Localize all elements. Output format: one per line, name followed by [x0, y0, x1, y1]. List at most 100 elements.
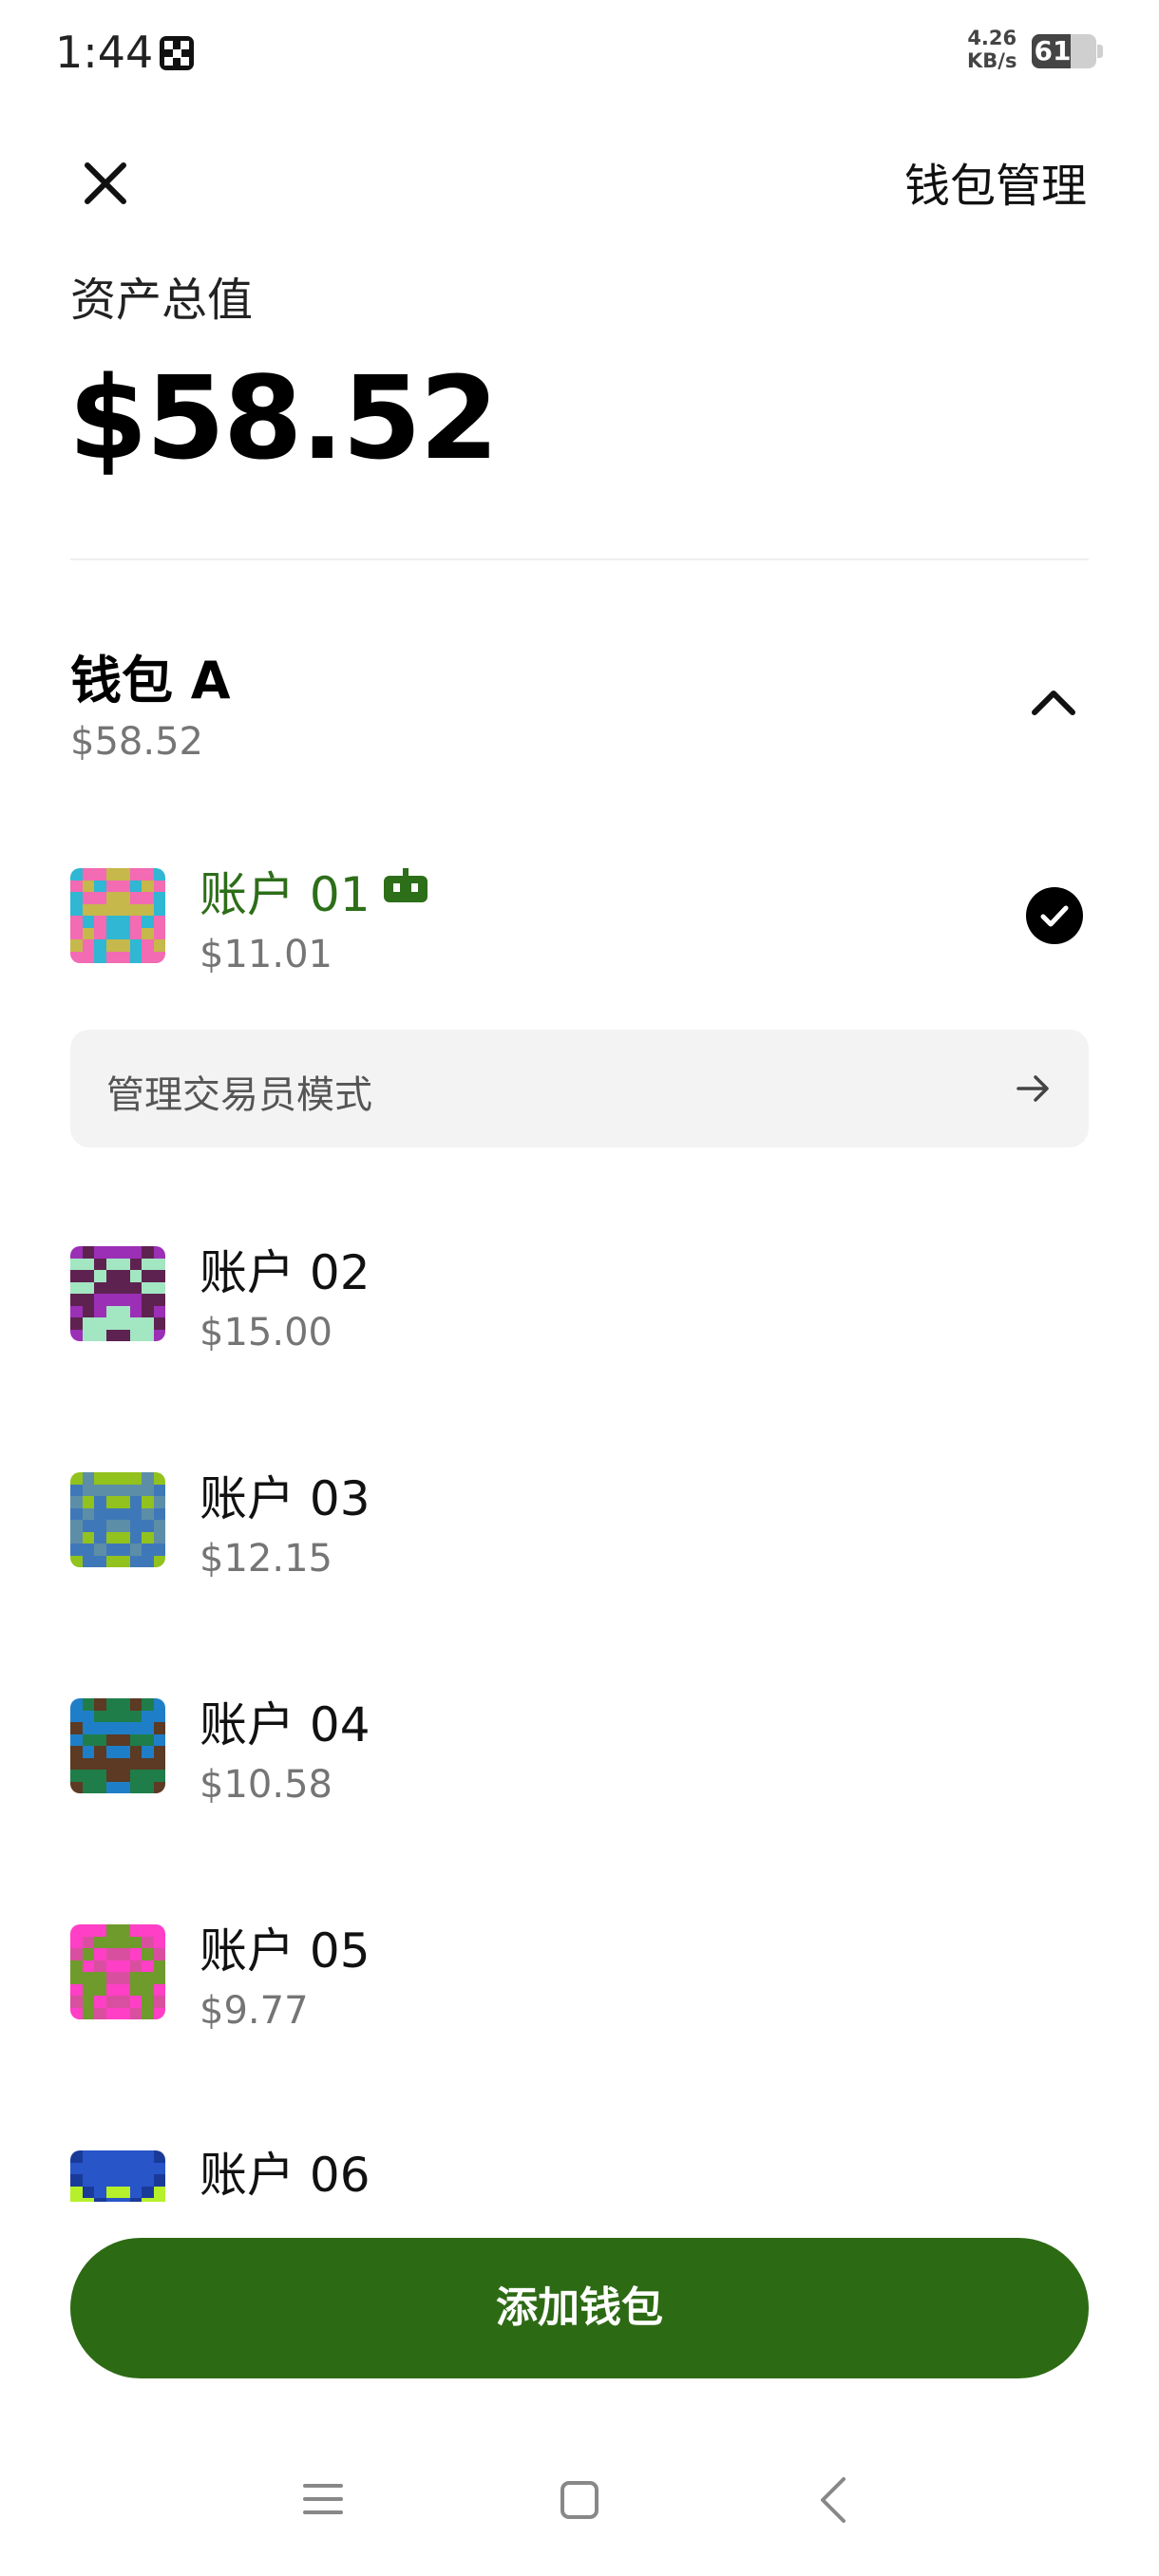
- avatar-pixel: [94, 916, 106, 928]
- avatar-pixel: [82, 2162, 94, 2174]
- avatar-pixel: [118, 1531, 130, 1544]
- avatar-pixel: [105, 1770, 118, 1782]
- close-icon: [85, 162, 126, 204]
- avatar-pixel: [70, 1698, 83, 1711]
- avatar-pixel: [129, 939, 142, 952]
- manage-trader-mode-button[interactable]: 管理交易员模式: [70, 1030, 1089, 1147]
- avatar-pixel: [105, 903, 118, 916]
- avatar-pixel: [70, 1305, 83, 1317]
- avatar-pixel: [105, 1305, 118, 1317]
- avatar-pixel: [82, 1948, 94, 1960]
- avatar-pixel: [153, 1948, 165, 1960]
- avatar-pixel: [153, 927, 165, 939]
- avatar-pixel: [153, 2150, 165, 2163]
- avatar-pixel: [118, 1484, 130, 1496]
- avatar-pixel: [118, 880, 130, 892]
- avatar-pixel: [82, 1329, 94, 1341]
- avatar-pixel: [153, 916, 165, 928]
- avatar-pixel: [129, 1698, 142, 1711]
- avatar-pixel: [153, 1507, 165, 1520]
- avatar-pixel: [105, 1496, 118, 1508]
- avatar-pixel: [94, 2162, 106, 2174]
- avatar-pixel: [118, 1733, 130, 1746]
- avatar-pixel: [82, 2150, 94, 2163]
- avatar-pixel: [82, 1996, 94, 2008]
- collapse-wallet-button[interactable]: [1018, 671, 1089, 733]
- avatar-pixel: [82, 1246, 94, 1259]
- account-avatar: [70, 1698, 165, 1793]
- avatar-pixel: [153, 1520, 165, 1532]
- account-balance: $11.01: [200, 933, 332, 976]
- robot-icon: [384, 868, 428, 902]
- avatar-pixel: [118, 1270, 130, 1282]
- account-item-06[interactable]: 账户 06: [0, 2124, 1159, 2202]
- avatar-pixel: [70, 1781, 83, 1793]
- avatar-pixel: [118, 1757, 130, 1770]
- avatar-pixel: [105, 1329, 118, 1341]
- trader-mode-label: 管理交易员模式: [106, 1073, 372, 1117]
- avatar-pixel: [153, 1781, 165, 1793]
- chevron-up-icon: [1032, 691, 1075, 715]
- avatar-pixel: [129, 1746, 142, 1758]
- avatar-pixel: [153, 1555, 165, 1567]
- avatar-pixel: [142, 1757, 154, 1770]
- avatar-pixel: [105, 1544, 118, 1556]
- avatar-pixel: [82, 939, 94, 952]
- avatar-pixel: [118, 2186, 130, 2198]
- avatar-pixel: [105, 1317, 118, 1330]
- avatar-pixel: [70, 892, 83, 904]
- avatar-pixel: [82, 1507, 94, 1520]
- avatar-pixel: [105, 1246, 118, 1259]
- battery-level: 61: [1034, 35, 1072, 66]
- avatar-pixel: [70, 951, 83, 963]
- account-item-01[interactable]: 账户 01 $11.01: [0, 842, 1159, 994]
- avatar-pixel: [153, 1710, 165, 1722]
- avatar-pixel: [105, 1531, 118, 1544]
- avatar-pixel: [153, 1972, 165, 1984]
- avatar-pixel: [142, 1329, 154, 1341]
- avatar-pixel: [153, 1484, 165, 1496]
- avatar-pixel: [129, 2186, 142, 2198]
- account-avatar: [70, 1472, 165, 1567]
- avatar-pixel: [129, 2162, 142, 2174]
- wallet-name: 钱包 A: [70, 651, 231, 710]
- account-item-04[interactable]: 账户 04 $10.58: [0, 1672, 1159, 1824]
- menu-icon: [303, 2484, 343, 2514]
- avatar-pixel: [142, 1317, 154, 1330]
- avatar-pixel: [105, 1746, 118, 1758]
- avatar-pixel: [118, 2198, 130, 2202]
- avatar-pixel: [118, 2162, 130, 2174]
- avatar-pixel: [129, 951, 142, 963]
- avatar-pixel: [82, 2174, 94, 2187]
- account-item-02[interactable]: 账户 02 $15.00: [0, 1220, 1159, 1372]
- avatar-pixel: [70, 2007, 83, 2019]
- battery-cap: [1097, 45, 1103, 58]
- avatar-pixel: [129, 1972, 142, 1984]
- avatar-pixel: [129, 1507, 142, 1520]
- avatar-pixel: [118, 1305, 130, 1317]
- avatar-pixel: [129, 2198, 142, 2202]
- avatar-pixel: [94, 1520, 106, 1532]
- avatar-pixel: [153, 951, 165, 963]
- account-item-03[interactable]: 账户 03 $12.15: [0, 1446, 1159, 1598]
- avatar-pixel: [118, 951, 130, 963]
- avatar-pixel: [129, 1960, 142, 1972]
- avatar-pixel: [70, 1329, 83, 1341]
- avatar-pixel: [105, 1281, 118, 1294]
- avatar-pixel: [82, 1472, 94, 1485]
- avatar-pixel: [142, 1710, 154, 1722]
- account-item-05[interactable]: 账户 05 $9.77: [0, 1898, 1159, 2050]
- avatar-pixel: [94, 1746, 106, 1758]
- nav-recents-button[interactable]: [302, 2481, 344, 2517]
- close-button[interactable]: [74, 152, 137, 215]
- account-balance: $9.77: [200, 1989, 309, 2033]
- nav-back-button[interactable]: [815, 2475, 853, 2525]
- avatar-pixel: [153, 1924, 165, 1937]
- add-wallet-button[interactable]: 添加钱包: [70, 2238, 1089, 2378]
- avatar-pixel: [129, 1924, 142, 1937]
- nav-home-button[interactable]: [560, 2481, 598, 2519]
- avatar-pixel: [94, 892, 106, 904]
- avatar-pixel: [70, 1948, 83, 1960]
- avatar-pixel: [153, 903, 165, 916]
- avatar-pixel: [70, 1746, 83, 1758]
